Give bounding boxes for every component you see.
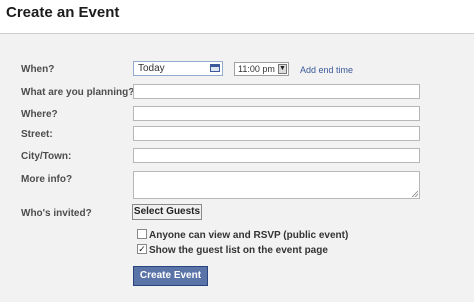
chevron-down-icon: ▼ [278, 64, 287, 74]
date-field[interactable]: Today [133, 61, 223, 76]
time-select[interactable]: 11:00 pm ▼ [234, 62, 289, 76]
street-label: Street: [21, 129, 53, 140]
add-end-time-link[interactable]: Add end time [300, 65, 353, 75]
select-guests-button[interactable]: Select Guests [132, 204, 202, 220]
planning-input[interactable] [133, 84, 420, 99]
calendar-icon[interactable] [210, 64, 220, 72]
more-info-label: More info? [21, 174, 73, 185]
invited-label: Who's invited? [21, 208, 92, 219]
where-input[interactable] [133, 106, 420, 121]
date-value: Today [138, 63, 165, 74]
resize-handle-icon[interactable] [412, 191, 418, 197]
public-event-label: Anyone can view and RSVP (public event) [149, 230, 349, 241]
city-input[interactable] [133, 148, 420, 163]
more-info-textarea[interactable] [133, 171, 420, 199]
create-event-button[interactable]: Create Event [133, 266, 208, 286]
city-label: City/Town: [21, 151, 72, 162]
show-guest-list-checkbox[interactable]: ✓ [137, 244, 147, 254]
planning-label: What are you planning? [21, 87, 135, 98]
where-label: Where? [21, 109, 58, 120]
time-value: 11:00 pm [238, 64, 275, 74]
public-event-checkbox[interactable] [137, 229, 147, 239]
page-title: Create an Event [6, 4, 120, 21]
show-guest-list-label: Show the guest list on the event page [149, 245, 328, 256]
street-input[interactable] [133, 126, 420, 141]
when-label: When? [21, 64, 55, 75]
